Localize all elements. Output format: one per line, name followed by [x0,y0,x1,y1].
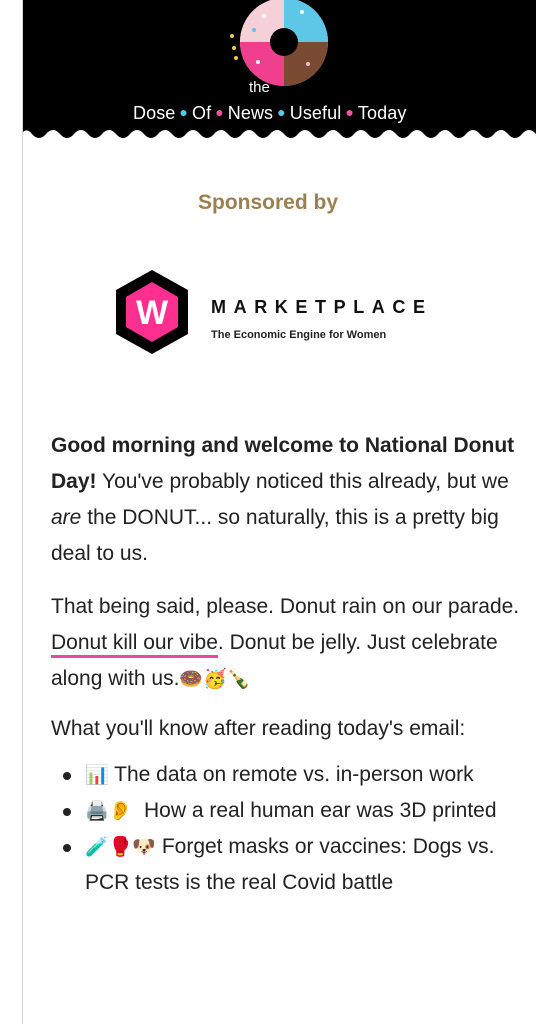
sponsored-by-label: Sponsored by [197,191,339,214]
separator-dot: ● [179,104,188,120]
story-text: How a real human ear was 3D printed [144,799,497,822]
brand-name: Dose ● Of ● News ● Useful ● Today [133,103,453,124]
list-item: 🧪🥊🐶 Forget masks or vaccines: Dogs vs. P… [51,829,521,901]
celebrate-paragraph: That being said, please. Donut rain on o… [51,589,521,697]
brand-word-useful: Useful [289,103,342,123]
page-left-border [22,0,23,1024]
brand-prefix: the [249,79,270,96]
intro-text: You've probably noticed this already, bu… [96,470,509,493]
story-list: 📊 The data on remote vs. in-person work … [51,757,521,901]
newsletter-header: the Dose ● Of ● News ● Useful ● Today [23,0,536,150]
bullet-dot-icon [63,772,71,780]
list-item: 🖨️👂 How a real human ear was 3D printed [51,793,521,829]
story-text: The data on remote vs. in-person work [114,763,474,786]
bullet-dot-icon [63,844,71,852]
list-item: 📊 The data on remote vs. in-person work [51,757,521,793]
brand-word-of: Of [191,103,212,123]
intro-text-end: the DONUT... so naturally, this is a pre… [51,506,499,565]
intro-italic-text: are [51,506,82,529]
separator-dot: ● [277,104,286,120]
sponsor-logo-letter: W [136,294,169,332]
header-background [23,0,536,138]
test-tube-glove-dog-icon: 🧪🥊🐶 [85,836,156,858]
hexagon-logo-icon: W [116,270,188,354]
separator-dot: ● [345,104,354,120]
sponsor-name[interactable]: MARKETPLACE [211,297,433,318]
brand-word-dose: Dose [133,103,176,123]
email-body: Good morning and welcome to National Don… [51,428,521,901]
bullet-dot-icon [63,808,71,816]
celebrate-text: That being said, please. Donut rain on o… [51,595,520,618]
bar-chart-icon: 📊 [85,764,109,786]
donut-party-champagne-icon: 🍩🥳🍾 [179,668,251,690]
donut-kill-our-vibe-link[interactable]: Donut kill our vibe [51,631,218,658]
printer-ear-icon: 🖨️👂 [85,800,133,822]
sponsor-logo[interactable]: W [112,268,192,361]
intro-paragraph: Good morning and welcome to National Don… [51,428,521,572]
sponsor-tagline: The Economic Engine for Women [211,329,387,341]
separator-dot: ● [215,104,224,120]
brand-word-today: Today [357,103,407,123]
preview-heading: What you'll know after reading today's e… [51,717,466,740]
brand-word-news: News [227,103,274,123]
